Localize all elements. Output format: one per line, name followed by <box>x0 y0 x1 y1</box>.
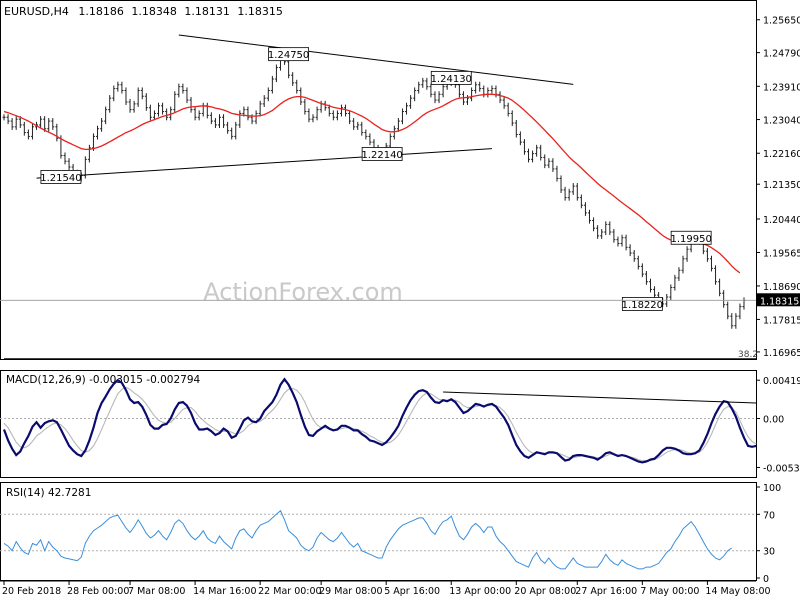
price-axis-label: 1.24790 <box>763 49 800 60</box>
price-axis-label: 1.22160 <box>763 149 800 160</box>
chart-header: EURUSD,H4 1.18186 1.18348 1.18131 1.1831… <box>4 5 283 18</box>
current-price-label: 1.18315 <box>760 296 799 307</box>
price-axis-label: 1.23040 <box>763 116 800 127</box>
swing-label: 1.21540 <box>40 173 81 184</box>
price-axis-label: 1.23910 <box>763 82 800 93</box>
swing-label: 1.24130 <box>431 74 472 85</box>
macd-title: MACD(12,26,9) -0.003015 -0.002794 <box>6 374 201 386</box>
macd-axis-label: 0.00 <box>763 415 784 426</box>
rsi-axis-label: 30 <box>763 547 775 558</box>
swing-label: 1.24750 <box>268 50 309 61</box>
fib-level-label: 38.2 <box>738 350 758 360</box>
time-axis-label: 5 Apr 16:00 <box>384 586 440 597</box>
time-axis-label: 29 Mar 08:00 <box>319 586 382 597</box>
time-axis-label: 13 Apr 00:00 <box>449 586 511 597</box>
time-axis-label: 7 Mar 08:00 <box>128 586 185 597</box>
low-value: 1.18131 <box>184 5 230 18</box>
time-axis-label: 27 Apr 16:00 <box>575 586 637 597</box>
symbol-label: EURUSD,H4 <box>4 5 69 18</box>
rsi-title: RSI(14) 42.7281 <box>6 487 91 499</box>
time-axis-label: 28 Feb 00:00 <box>67 586 129 597</box>
macd-axis-label: 0.004193 <box>763 376 800 387</box>
time-axis-label: 20 Apr 08:00 <box>514 586 576 597</box>
time-axis-label: 7 May 00:00 <box>640 586 699 597</box>
watermark: ActionForex.com <box>203 278 403 306</box>
price-axis-label: 1.18690 <box>763 282 800 293</box>
chart-canvas: ActionForex.com EURUSD,H4 1.18186 1.1834… <box>0 0 800 600</box>
open-value: 1.18186 <box>78 5 124 18</box>
price-axis-label: 1.20440 <box>763 215 800 226</box>
high-value: 1.18348 <box>131 5 177 18</box>
swing-label: 1.18220 <box>622 300 663 311</box>
price-axis-label: 1.17815 <box>763 315 800 326</box>
price-axis-label: 1.16965 <box>763 348 800 359</box>
rsi-axis-label: 70 <box>763 510 775 521</box>
swing-label: 1.19950 <box>670 234 711 245</box>
swing-label: 1.22140 <box>361 150 402 161</box>
rsi-axis-label: 100 <box>763 483 781 494</box>
price-axis-label: 1.25650 <box>763 16 800 27</box>
time-axis-label: 14 May 08:00 <box>705 586 770 597</box>
close-value: 1.18315 <box>237 5 283 18</box>
macd-axis-label: -0.005356 <box>763 463 800 474</box>
price-axis-label: 1.19565 <box>763 248 800 259</box>
price-axis-label: 1.21350 <box>763 180 800 191</box>
time-axis-label: 14 Mar 16:00 <box>193 586 256 597</box>
rsi-axis-label: 0 <box>763 574 769 585</box>
time-axis-label: 20 Feb 2018 <box>2 586 61 597</box>
time-axis-label: 22 Mar 00:00 <box>258 586 321 597</box>
